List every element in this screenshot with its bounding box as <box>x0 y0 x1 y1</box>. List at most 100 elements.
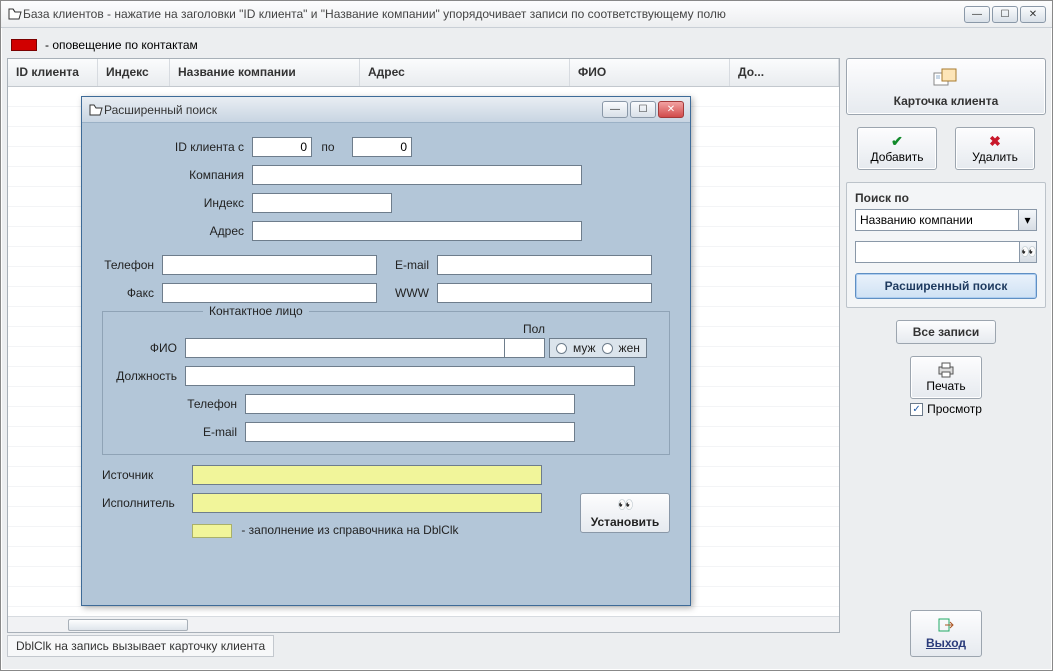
yellow-hint: - заполнение из справочника на DblClk <box>241 523 458 537</box>
window-title: База клиентов - нажатие на заголовки "ID… <box>23 7 964 21</box>
preview-checkbox[interactable]: ✓ <box>910 403 923 416</box>
x-icon: ✖ <box>956 132 1034 150</box>
binoculars-icon: 👀 <box>618 497 632 513</box>
chevron-down-icon[interactable]: ▾ <box>1019 209 1037 231</box>
contact-fieldset: Контактное лицо Пол ФИО муж жен Должност… <box>102 311 670 455</box>
legend-swatch-red <box>11 39 37 51</box>
client-card-icon <box>851 65 1041 91</box>
col-company[interactable]: Название компании <box>170 59 360 86</box>
contact-phone-input[interactable] <box>245 394 575 414</box>
advanced-search-label: Расширенный поиск <box>885 279 1008 293</box>
minimize-button[interactable]: — <box>964 6 990 23</box>
company-input[interactable] <box>252 165 582 185</box>
exit-button[interactable]: Выход <box>910 610 982 657</box>
content-area: - оповещение по контактам ID клиента Инд… <box>1 28 1052 670</box>
index-input[interactable] <box>252 193 392 213</box>
exit-label: Выход <box>911 636 981 650</box>
dialog-minimize-button[interactable]: — <box>602 101 628 118</box>
check-icon: ✔ <box>858 132 936 150</box>
legend-row: - оповещение по контактам <box>7 34 1046 58</box>
add-delete-row: ✔ Добавить ✖ Удалить <box>846 127 1046 170</box>
address-label: Адрес <box>102 224 252 238</box>
search-panel: Поиск по Названию компании ▾ 👀 Расширенн… <box>846 182 1046 308</box>
male-radio[interactable] <box>556 343 567 354</box>
search-by-label: Поиск по <box>855 191 1037 205</box>
print-label: Печать <box>911 379 981 393</box>
source-input[interactable] <box>192 465 542 485</box>
id-from-input[interactable] <box>252 137 312 157</box>
set-label: Установить <box>591 515 660 529</box>
fio-input[interactable] <box>185 338 505 358</box>
preview-label: Просмотр <box>927 402 982 416</box>
fax-input[interactable] <box>162 283 377 303</box>
executor-input[interactable] <box>192 493 542 513</box>
id-to-label: по <box>312 140 352 154</box>
dialog-titlebar[interactable]: Расширенный поиск — ☐ ✕ <box>82 97 690 123</box>
window-buttons: — ☐ ✕ <box>964 6 1046 23</box>
all-records-label: Все записи <box>913 325 980 339</box>
executor-label: Исполнитель <box>102 493 192 510</box>
search-input-row: 👀 <box>855 241 1037 263</box>
advanced-search-button[interactable]: Расширенный поиск <box>855 273 1037 299</box>
id-to-input[interactable] <box>352 137 412 157</box>
horizontal-scrollbar[interactable] <box>8 616 839 632</box>
phone-input[interactable] <box>162 255 377 275</box>
scrollbar-thumb[interactable] <box>68 619 188 631</box>
col-fio[interactable]: ФИО <box>570 59 730 86</box>
status-bar: DblClk на запись вызывает карточку клиен… <box>7 635 274 657</box>
index-label: Индекс <box>102 196 252 210</box>
col-address[interactable]: Адрес <box>360 59 570 86</box>
dialog-close-button[interactable]: ✕ <box>658 101 684 118</box>
right-sidebar: Карточка клиента ✔ Добавить ✖ Удалить По… <box>846 58 1046 657</box>
gender-short-input[interactable] <box>505 338 545 358</box>
phone-label: Телефон <box>102 258 162 272</box>
dialog-title: Расширенный поиск <box>104 103 602 117</box>
delete-button[interactable]: ✖ Удалить <box>955 127 1035 170</box>
all-records-button[interactable]: Все записи <box>896 320 996 344</box>
close-button[interactable]: ✕ <box>1020 6 1046 23</box>
position-input[interactable] <box>185 366 635 386</box>
address-input[interactable] <box>252 221 582 241</box>
delete-label: Удалить <box>956 150 1034 164</box>
search-by-value[interactable]: Названию компании <box>855 209 1019 231</box>
legend-text: - оповещение по контактам <box>45 38 198 52</box>
grid-header: ID клиента Индекс Название компании Адре… <box>8 59 839 87</box>
company-label: Компания <box>102 168 252 182</box>
binoculars-icon: 👀 <box>1021 244 1035 260</box>
col-id[interactable]: ID клиента <box>8 59 98 86</box>
email-label: E-mail <box>377 258 437 272</box>
contact-phone-label: Телефон <box>115 397 245 411</box>
col-position[interactable]: До... <box>730 59 839 86</box>
search-button[interactable]: 👀 <box>1020 241 1037 263</box>
search-input[interactable] <box>855 241 1020 263</box>
www-label: WWW <box>377 286 437 300</box>
position-label: Должность <box>115 369 185 383</box>
add-label: Добавить <box>858 150 936 164</box>
maximize-button[interactable]: ☐ <box>992 6 1018 23</box>
www-input[interactable] <box>437 283 652 303</box>
contact-legend: Контактное лицо <box>203 304 309 318</box>
preview-checkbox-row[interactable]: ✓ Просмотр <box>910 402 982 416</box>
email-input[interactable] <box>437 255 652 275</box>
print-button[interactable]: Печать <box>910 356 982 399</box>
dialog-body: ID клиента с по Компания Индекс Адрес <box>82 123 690 556</box>
female-radio[interactable] <box>602 343 613 354</box>
search-by-select[interactable]: Названию компании ▾ <box>855 209 1037 231</box>
dialog-maximize-button[interactable]: ☐ <box>630 101 656 118</box>
id-from-label: ID клиента с <box>102 140 252 154</box>
fax-label: Факс <box>102 286 162 300</box>
contact-email-input[interactable] <box>245 422 575 442</box>
client-card-label: Карточка клиента <box>851 91 1041 108</box>
add-button[interactable]: ✔ Добавить <box>857 127 937 170</box>
contact-email-label: E-mail <box>115 425 245 439</box>
col-index[interactable]: Индекс <box>98 59 170 86</box>
yellow-legend-swatch <box>192 524 232 538</box>
client-card-button[interactable]: Карточка клиента <box>846 58 1046 115</box>
app-icon <box>7 7 23 21</box>
set-button[interactable]: 👀 Установить <box>580 493 670 533</box>
exit-icon <box>911 617 981 636</box>
titlebar: База клиентов - нажатие на заголовки "ID… <box>1 1 1052 28</box>
fio-label: ФИО <box>115 341 185 355</box>
source-label: Источник <box>102 468 192 482</box>
gender-radio-group: муж жен <box>549 338 647 358</box>
